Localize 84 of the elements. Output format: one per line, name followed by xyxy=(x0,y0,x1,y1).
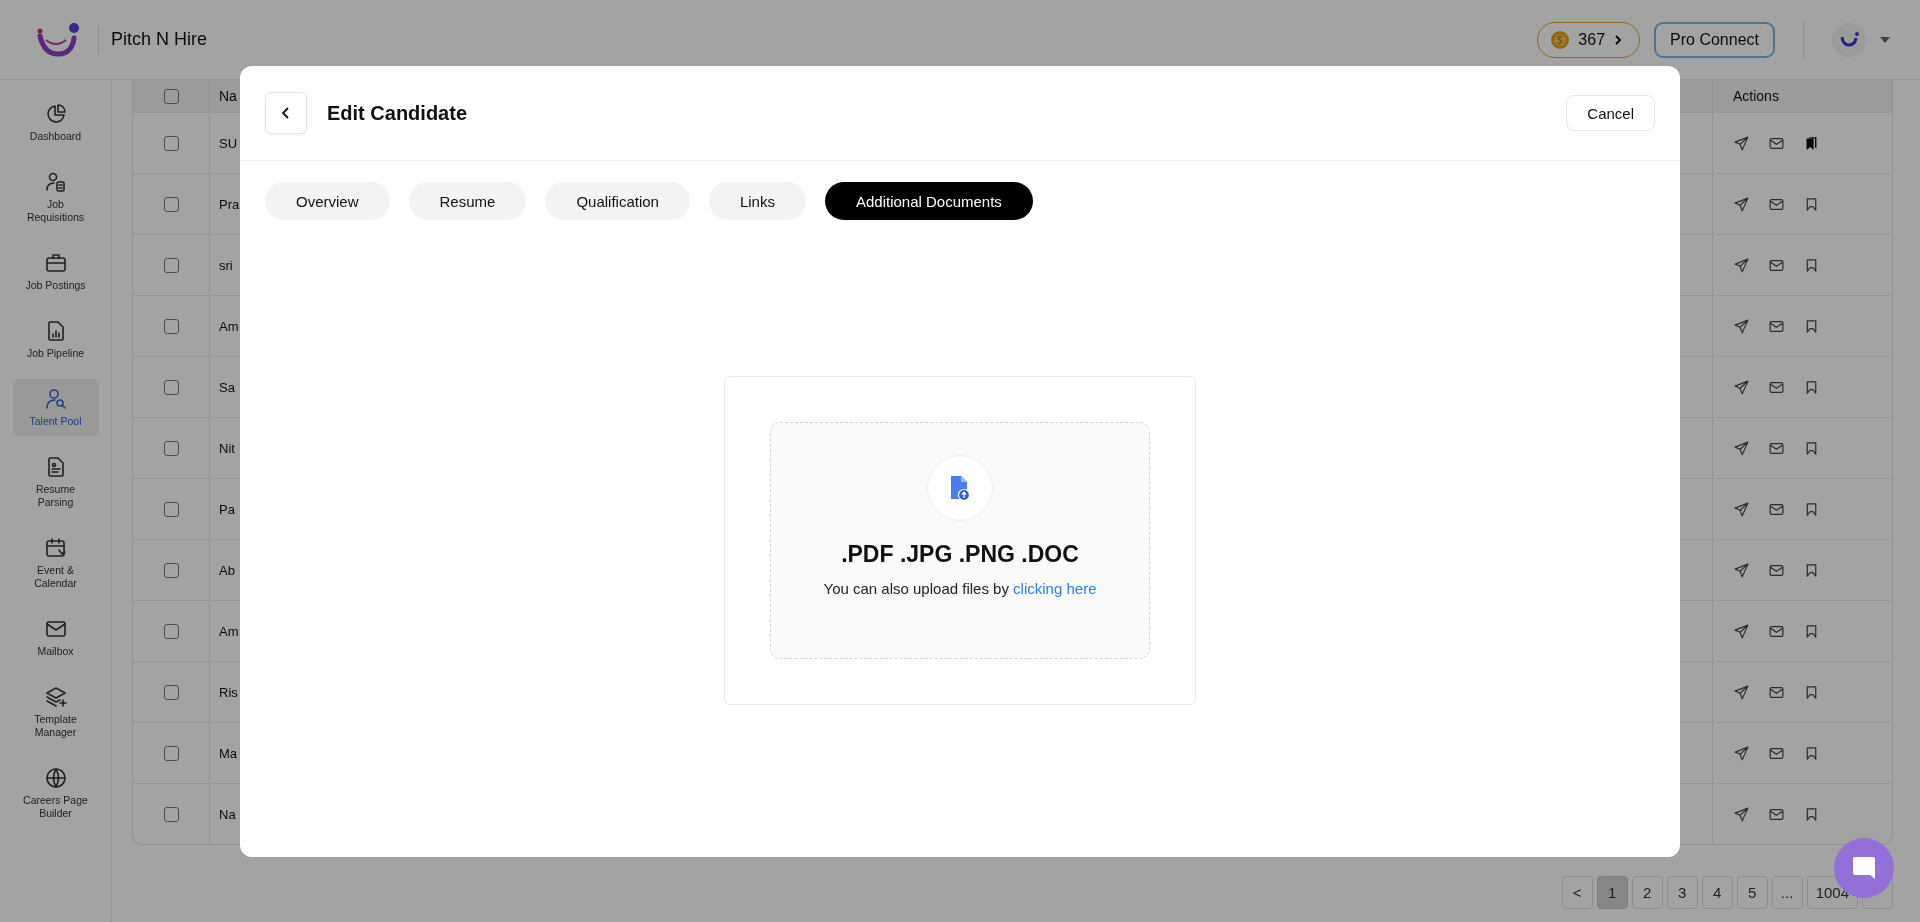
send-icon[interactable] xyxy=(1733,805,1750,823)
briefcase-icon xyxy=(43,251,68,275)
row-checkbox[interactable] xyxy=(163,196,179,212)
table-cell: Pra xyxy=(219,196,240,212)
send-icon[interactable] xyxy=(1733,561,1750,579)
pro-connect-button[interactable]: Pro Connect xyxy=(1654,21,1775,58)
sidebar-item[interactable]: Dashboard xyxy=(12,94,99,151)
send-icon[interactable] xyxy=(1733,378,1750,396)
row-checkbox[interactable] xyxy=(163,379,179,395)
table-cell: Ab xyxy=(219,562,235,578)
sidebar-item[interactable]: Resume Parsing xyxy=(12,447,99,517)
table-cell: Sa xyxy=(219,379,235,395)
cancel-button[interactable]: Cancel xyxy=(1566,95,1655,131)
file-drop-zone[interactable]: .PDF .JPG .PNG .DOC You can also upload files by clicking here xyxy=(770,422,1150,659)
page-button[interactable]: 4 xyxy=(1701,876,1733,909)
row-checkbox[interactable] xyxy=(163,501,179,517)
row-checkbox[interactable] xyxy=(163,684,179,700)
page-button[interactable]: 2 xyxy=(1631,876,1663,909)
row-checkbox[interactable] xyxy=(163,257,179,273)
tab[interactable]: Qualification xyxy=(545,182,690,220)
send-icon[interactable] xyxy=(1733,622,1750,640)
row-checkbox[interactable] xyxy=(163,745,179,761)
coins-button[interactable]: 367 xyxy=(1537,21,1641,58)
table-cell: Pa xyxy=(219,501,235,517)
accepted-formats: .PDF .JPG .PNG .DOC xyxy=(841,541,1079,568)
layers-icon xyxy=(43,685,68,709)
send-icon[interactable] xyxy=(1733,134,1750,152)
page-button[interactable]: ... xyxy=(1771,876,1803,909)
user-document-icon xyxy=(43,170,68,194)
tab[interactable]: Additional Documents xyxy=(824,182,1033,220)
table-cell: SU xyxy=(219,135,238,151)
file-upload-icon xyxy=(948,475,972,501)
table-cell: Am xyxy=(219,623,239,639)
table-cell: Nit xyxy=(219,440,235,456)
upload-hint: You can also upload files by xyxy=(823,580,1009,597)
sidebar-item[interactable]: Job Postings xyxy=(12,243,99,300)
logo-icon xyxy=(36,21,80,58)
row-checkbox[interactable] xyxy=(163,440,179,456)
table-cell: Ris xyxy=(219,684,238,700)
brand-name: Pitch N Hire xyxy=(111,29,208,50)
page-button[interactable]: 5 xyxy=(1736,876,1768,909)
chevron-right-icon xyxy=(1613,33,1624,46)
row-checkbox[interactable] xyxy=(163,623,179,639)
column-header: Na xyxy=(219,88,237,104)
coin-icon xyxy=(1550,29,1571,50)
sidebar-item[interactable]: Careers Page Builder xyxy=(12,758,99,828)
upload-link[interactable]: clicking here xyxy=(1013,580,1097,597)
send-icon[interactable] xyxy=(1733,195,1750,213)
send-icon[interactable] xyxy=(1733,744,1750,762)
send-icon[interactable] xyxy=(1733,500,1750,518)
send-icon[interactable] xyxy=(1733,683,1750,701)
tab[interactable]: Overview xyxy=(265,182,390,220)
tab[interactable]: Resume xyxy=(408,182,527,220)
select-all-checkbox[interactable] xyxy=(163,88,179,104)
row-checkbox[interactable] xyxy=(163,135,179,151)
dialog-title: Edit Candidate xyxy=(327,101,468,125)
tab[interactable]: Links xyxy=(708,182,806,220)
caret-icon[interactable] xyxy=(1880,36,1890,43)
table-cell: Ma xyxy=(219,745,238,761)
table-cell: sri xyxy=(219,257,233,273)
globe-icon xyxy=(43,766,68,790)
row-checkbox[interactable] xyxy=(163,562,179,578)
row-checkbox[interactable] xyxy=(163,318,179,334)
chevron-left-icon xyxy=(281,106,291,120)
sidebar-item[interactable]: Template Manager xyxy=(12,677,99,747)
send-icon[interactable] xyxy=(1733,317,1750,335)
column-header: Actions xyxy=(1712,80,1892,112)
page-button[interactable]: 3 xyxy=(1666,876,1698,909)
page-button[interactable]: 1 xyxy=(1596,876,1628,909)
table-cell: Na xyxy=(219,806,236,822)
chat-bubble-icon xyxy=(1851,855,1877,881)
row-checkbox[interactable] xyxy=(163,806,179,822)
table-cell: Am xyxy=(219,318,239,334)
sidebar-item[interactable]: Event & Calendar xyxy=(12,528,99,598)
sidebar-item[interactable]: Job Pipeline xyxy=(12,311,99,368)
sidebar-item[interactable]: Talent Pool xyxy=(12,379,99,436)
user-search-icon xyxy=(43,387,68,411)
calendar-icon xyxy=(43,536,68,560)
sidebar-item[interactable]: Job Requisitions xyxy=(12,162,99,232)
previous-page-button[interactable]: < xyxy=(1561,876,1593,909)
avatar-icon[interactable] xyxy=(1832,22,1866,57)
send-icon[interactable] xyxy=(1733,256,1750,274)
sidebar-item[interactable]: Mailbox xyxy=(12,609,99,666)
send-icon[interactable] xyxy=(1733,439,1750,457)
